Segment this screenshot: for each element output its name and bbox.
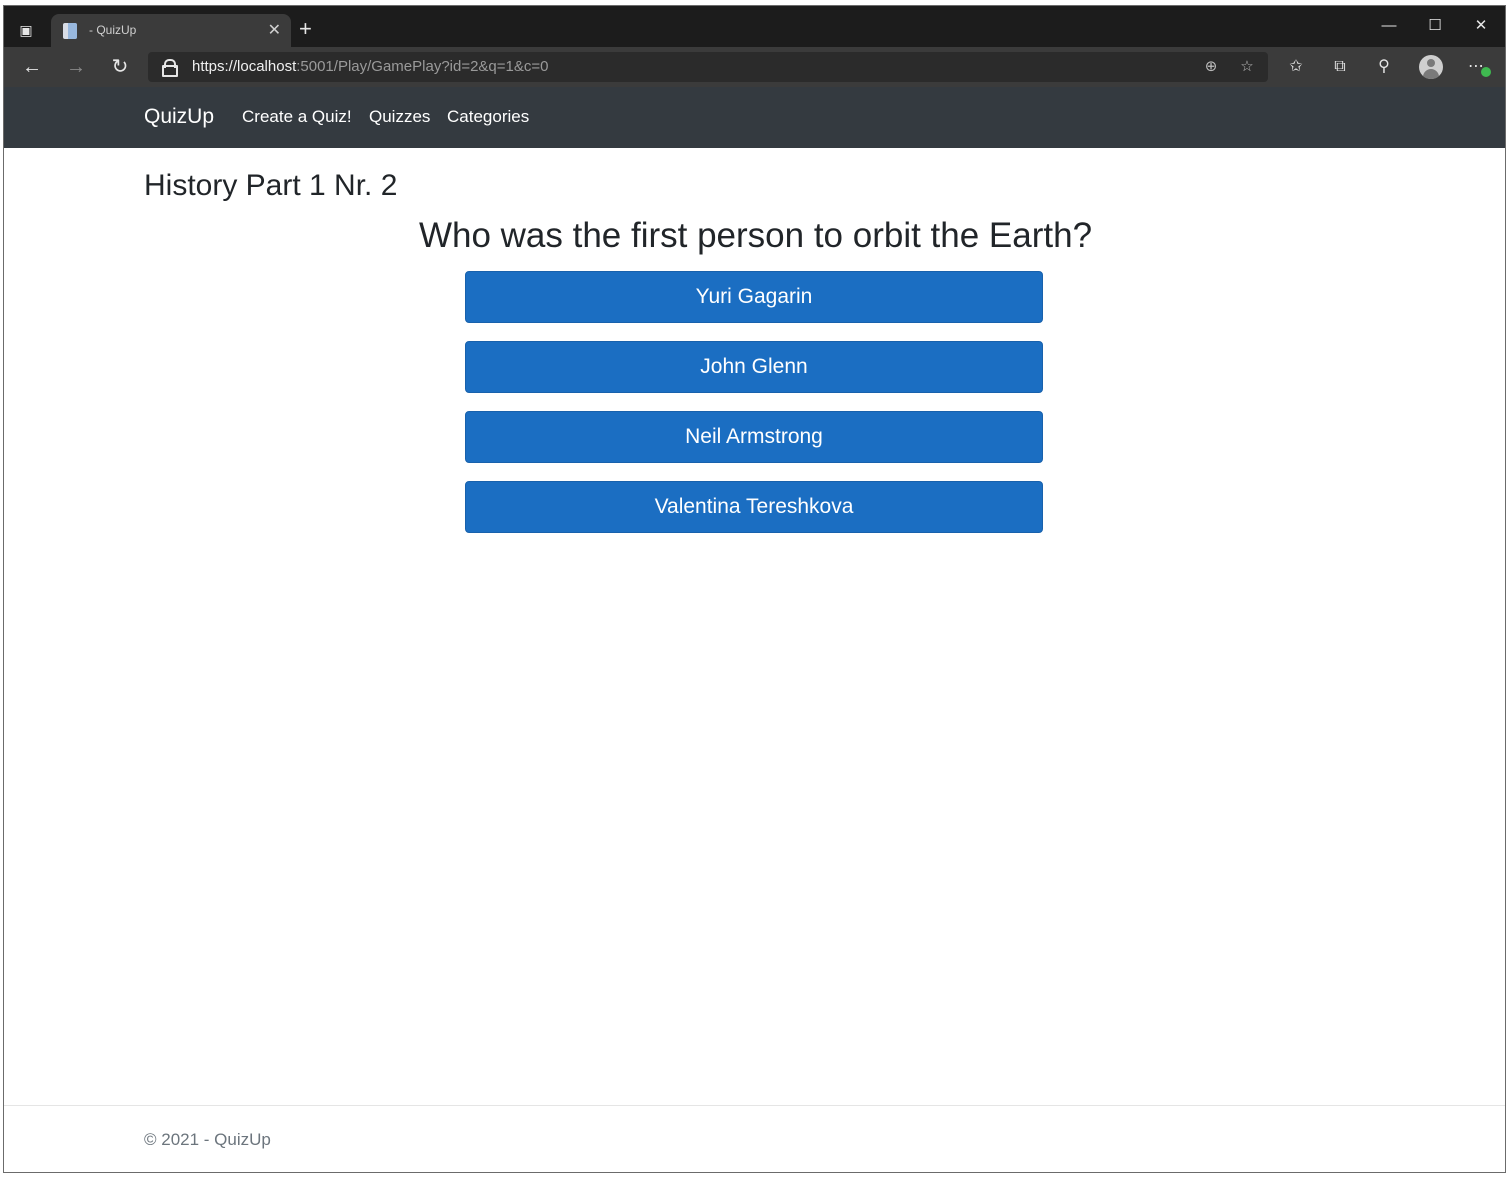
question-text: Who was the first person to orbit the Ea… bbox=[418, 216, 1093, 255]
tab-title: - QuizUp bbox=[89, 23, 137, 37]
zoom-icon[interactable]: ⊕ bbox=[1200, 56, 1222, 78]
update-badge-icon bbox=[1481, 67, 1491, 77]
profile-icon[interactable] bbox=[1419, 55, 1443, 79]
url-scheme: https:// bbox=[192, 58, 238, 75]
collections-icon[interactable]: ⧉ bbox=[1328, 55, 1352, 79]
answer-button[interactable]: Yuri Gagarin bbox=[465, 271, 1043, 323]
nav-quizzes[interactable]: Quizzes bbox=[369, 107, 430, 127]
footer-divider bbox=[4, 1105, 1505, 1106]
forward-icon[interactable]: → bbox=[62, 53, 90, 81]
browser-toolbar: ← → ↻ https://localhost:5001/Play/GamePl… bbox=[4, 47, 1505, 87]
brand-link[interactable]: QuizUp bbox=[144, 105, 214, 129]
title-bar: ▣ - QuizUp ✕ + — ☐ ✕ bbox=[4, 6, 1505, 47]
extensions-icon[interactable]: ⚲ bbox=[1372, 55, 1396, 79]
back-icon[interactable]: ← bbox=[18, 53, 46, 81]
answer-button[interactable]: Neil Armstrong bbox=[465, 411, 1043, 463]
new-tab-button[interactable]: + bbox=[299, 18, 312, 40]
refresh-icon[interactable]: ↻ bbox=[106, 53, 134, 81]
lock-icon[interactable] bbox=[162, 59, 178, 77]
tab-actions-icon[interactable]: ▣ bbox=[16, 20, 36, 40]
maximize-button[interactable]: ☐ bbox=[1412, 12, 1458, 40]
add-favorite-icon[interactable]: ☆ bbox=[1236, 56, 1258, 78]
browser-tab[interactable]: - QuizUp ✕ bbox=[51, 14, 291, 47]
url-path: :5001/Play/GamePlay?id=2&q=1&c=0 bbox=[296, 58, 549, 75]
browser-window: ▣ - QuizUp ✕ + — ☐ ✕ ← → ↻ https://local… bbox=[3, 5, 1506, 1173]
answer-button[interactable]: Valentina Tereshkova bbox=[465, 481, 1043, 533]
close-tab-icon[interactable]: ✕ bbox=[268, 20, 281, 40]
url-host: localhost bbox=[237, 58, 297, 75]
url-text[interactable]: https://localhost:5001/Play/GamePlay?id=… bbox=[192, 58, 549, 75]
page-favicon-icon bbox=[63, 23, 77, 39]
minimize-button[interactable]: — bbox=[1366, 12, 1412, 40]
footer-copyright: © 2021 - QuizUp bbox=[144, 1130, 271, 1149]
address-bar[interactable]: https://localhost:5001/Play/GamePlay?id=… bbox=[148, 52, 1268, 82]
answer-list: Yuri Gagarin John Glenn Neil Armstrong V… bbox=[465, 271, 1043, 551]
quiz-title: History Part 1 Nr. 2 bbox=[144, 169, 398, 202]
nav-categories[interactable]: Categories bbox=[447, 107, 529, 127]
nav-create-quiz[interactable]: Create a Quiz! bbox=[242, 107, 352, 127]
favorites-icon[interactable]: ✩ bbox=[1284, 55, 1308, 79]
answer-button[interactable]: John Glenn bbox=[465, 341, 1043, 393]
close-window-button[interactable]: ✕ bbox=[1458, 12, 1504, 40]
site-navbar: QuizUp Create a Quiz! Quizzes Categories bbox=[4, 87, 1505, 148]
